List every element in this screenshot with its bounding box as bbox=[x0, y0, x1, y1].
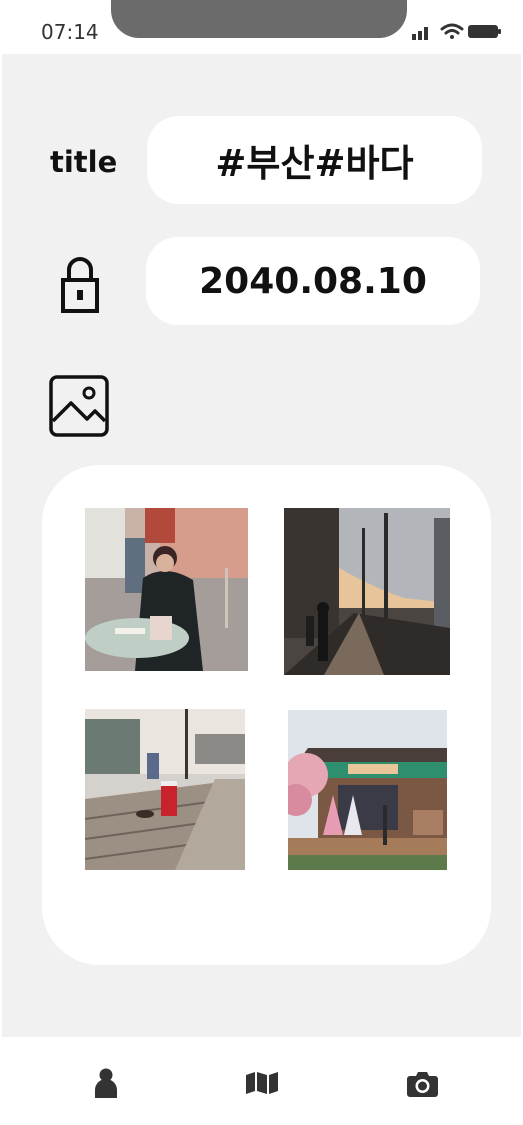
battery-icon bbox=[468, 25, 501, 38]
gallery-photo[interactable] bbox=[85, 508, 248, 671]
signal-icon bbox=[412, 27, 428, 40]
date-field[interactable]: 2040.08.10 bbox=[146, 237, 480, 325]
photo-gallery bbox=[42, 465, 491, 965]
gallery-photo[interactable] bbox=[288, 710, 447, 870]
map-icon[interactable] bbox=[246, 1072, 278, 1094]
bottom-navigation bbox=[0, 1037, 523, 1125]
camera-icon[interactable] bbox=[407, 1071, 438, 1097]
hanok-shop-storefront-photo bbox=[288, 710, 447, 870]
title-label: title bbox=[50, 145, 118, 179]
coffee-cup-on-deck-photo bbox=[85, 709, 245, 870]
person-icon[interactable] bbox=[95, 1068, 117, 1098]
sunset-street-photo bbox=[284, 508, 450, 675]
status-time: 07:14 bbox=[41, 20, 99, 44]
camera-notch bbox=[111, 0, 407, 38]
status-icons bbox=[412, 23, 501, 40]
gallery-photo[interactable] bbox=[85, 709, 245, 870]
image-icon[interactable] bbox=[49, 375, 109, 437]
title-field[interactable]: #부산#바다 bbox=[147, 116, 482, 204]
lock-icon[interactable] bbox=[60, 256, 100, 314]
status-bar: 07:14 bbox=[0, 0, 523, 54]
woman-at-cafe-table-photo bbox=[85, 508, 248, 671]
wifi-icon bbox=[440, 23, 464, 39]
gallery-photo[interactable] bbox=[284, 508, 450, 675]
